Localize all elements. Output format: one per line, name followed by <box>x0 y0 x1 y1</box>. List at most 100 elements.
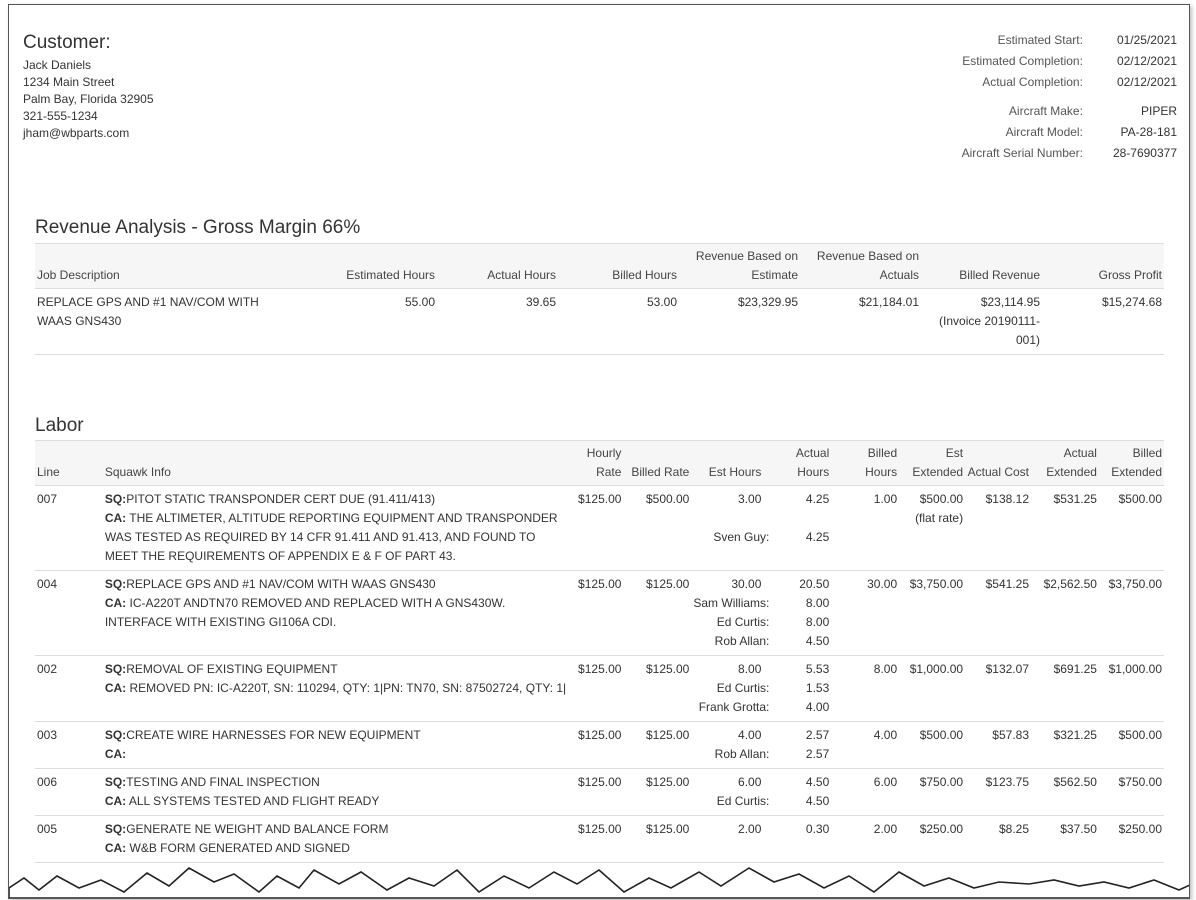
revenue-title: Revenue Analysis - Gross Margin 66% <box>35 217 361 238</box>
ca-label: CA: <box>104 596 127 610</box>
ca-label: CA: <box>104 794 127 808</box>
revenue-actuals: $21,184.01 <box>858 295 919 309</box>
col-est-extended: Est Extended <box>899 440 966 486</box>
hourly-rate: $125.00 <box>578 492 622 506</box>
squawk-text: REMOVAL OF EXISTING EQUIPMENT <box>126 662 338 676</box>
col-gross-profit: Gross Profit <box>1042 243 1164 289</box>
actual-hours: 2.57 2.57 <box>763 722 831 769</box>
table-row: 005 SQ:GENERATE NE WEIGHT AND BALANCE FOR… <box>35 816 1164 863</box>
est-hours-value: 6.00 <box>738 775 762 789</box>
technician-hours: 4.25 <box>805 530 830 544</box>
estimated-hours: 55.00 <box>404 295 435 309</box>
table-row: 002 SQ:REMOVAL OF EXISTING EQUIPMENT CA: R… <box>35 656 1164 722</box>
actual-extended: $37.50 <box>1060 822 1097 836</box>
est-hours-value: 4.00 <box>738 728 762 742</box>
aircraft-serial-label: Aircraft Serial Number: <box>961 145 1083 160</box>
job-description: REPLACE GPS AND #1 NAV/COM WITH WAAS GNS… <box>37 295 259 328</box>
customer-block: Customer: Jack Daniels 1234 Main Street … <box>23 31 154 142</box>
technician-hours: 4.50 <box>805 794 830 808</box>
col-billed-revenue: Billed Revenue <box>921 243 1042 289</box>
estimated-start-label: Estimated Start: <box>997 32 1083 47</box>
sq-label: SQ: <box>104 775 127 789</box>
est-hours-value: 3.00 <box>738 492 762 506</box>
col-billed-rate: Billed Rate <box>623 440 692 486</box>
work-order-page: Customer: Jack Daniels 1234 Main Street … <box>8 4 1190 899</box>
billed-rate: $500.00 <box>645 492 690 506</box>
corrective-action-text: ALL SYSTEMS TESTED AND FLIGHT READY <box>126 794 380 808</box>
ca-label: CA: <box>104 511 127 525</box>
billed-hours: 4.00 <box>873 728 898 742</box>
sq-label: SQ: <box>104 662 127 676</box>
billed-hours: 6.00 <box>873 775 898 789</box>
estimated-completion-label: Estimated Completion: <box>962 53 1083 68</box>
squawk-info: SQ:CREATE WIRE HARNESSES FOR NEW EQUIPME… <box>103 722 570 769</box>
actual-hours-value: 4.50 <box>805 775 830 789</box>
actual-hours: 4.50 4.50 <box>763 769 831 816</box>
dates-block: Estimated Start: 01/25/2021 Estimated Co… <box>962 29 1177 163</box>
squawk-info: SQ:PITOT STATIC TRANSPONDER CERT DUE (91… <box>103 486 570 571</box>
col-billed-hours: Billed Hours <box>831 440 900 486</box>
est-extended: $500.00 (flat rate) <box>899 486 965 571</box>
torn-edge <box>9 867 1189 898</box>
actual-extended: $2,562.50 <box>1043 577 1097 591</box>
sq-label: SQ: <box>104 822 127 836</box>
customer-heading: Customer: <box>23 32 111 53</box>
billed-extended: $500.00 <box>1118 492 1162 506</box>
technician-name: Sven Guy: <box>713 530 770 544</box>
squawk-info: SQ:REPLACE GPS AND #1 NAV/COM WITH WAAS … <box>103 571 570 656</box>
customer-city: Palm Bay, Florida 32905 <box>23 92 154 106</box>
billed-rate: $125.00 <box>645 775 690 789</box>
technician-hours: 8.00 <box>805 615 830 629</box>
actual-hours-value: 4.25 <box>805 492 830 506</box>
labor-title: Labor <box>35 415 84 436</box>
ca-label: CA: <box>104 841 127 855</box>
corrective-action-text: W&B FORM GENERATED AND SIGNED <box>126 841 350 855</box>
squawk-info: SQ:TESTING AND FINAL INSPECTION CA: ALL S… <box>103 769 570 816</box>
actual-hours: 20.50 8.00 8.00 4.50 <box>763 571 831 656</box>
squawk-text: GENERATE NE WEIGHT AND BALANCE FORM <box>126 822 389 836</box>
billed-hours: 53.00 <box>646 295 677 309</box>
est-extended-value: $250.00 <box>919 822 964 836</box>
actual-cost: $132.07 <box>985 662 1029 676</box>
col-hourly-rate: Hourly Rate <box>569 440 624 486</box>
estimated-completion-value: 02/12/2021 <box>1116 53 1177 68</box>
table-row: 006 SQ:TESTING AND FINAL INSPECTION CA: AL… <box>35 769 1164 816</box>
actual-cost: $8.25 <box>998 822 1029 836</box>
billed-rate: $125.00 <box>645 577 690 591</box>
corrective-action-text: THE ALTIMETER, ALTITUDE REPORTING EQUIPM… <box>104 511 558 563</box>
gross-profit: $15,274.68 <box>1101 295 1162 309</box>
table-row: 004 SQ:REPLACE GPS AND #1 NAV/COM WITH WA… <box>35 571 1164 656</box>
actual-hours-value: 20.50 <box>799 577 830 591</box>
billed-hours: 2.00 <box>873 822 898 836</box>
technician-name: Frank Grotta: <box>698 700 770 714</box>
hourly-rate: $125.00 <box>578 775 622 789</box>
col-actual-cost: Actual Cost <box>965 440 1031 486</box>
billed-revenue: $23,114.95 (Invoice 20190111-001) <box>939 295 1040 347</box>
billed-hours: 8.00 <box>873 662 898 676</box>
technician-name: Ed Curtis: <box>716 615 770 629</box>
actual-completion-value: 02/12/2021 <box>1116 74 1177 89</box>
actual-extended: $531.25 <box>1053 492 1097 506</box>
col-line: Line <box>35 440 103 486</box>
col-revenue-estimate: Revenue Based on Estimate <box>679 243 800 289</box>
actual-extended: $691.25 <box>1053 662 1097 676</box>
hourly-rate: $125.00 <box>578 728 622 742</box>
technician-name: Sam Williams: <box>693 596 770 610</box>
table-row: 003 SQ:CREATE WIRE HARNESSES FOR NEW EQUI… <box>35 722 1164 769</box>
est-hours-value: 2.00 <box>738 822 762 836</box>
est-hours-value: 30.00 <box>731 577 762 591</box>
col-est-hours: Est Hours <box>691 440 764 486</box>
aircraft-model-label: Aircraft Model: <box>1005 124 1083 139</box>
actual-extended: $562.50 <box>1053 775 1097 789</box>
col-actual-extended: Actual Extended <box>1031 440 1099 486</box>
aircraft-serial-value: 28-7690377 <box>1112 145 1177 160</box>
billed-rate: $125.00 <box>645 822 690 836</box>
actual-hours-value: 5.53 <box>805 662 830 676</box>
col-squawk-info: Squawk Info <box>102 440 570 486</box>
technician-name: Rob Allan: <box>714 747 770 761</box>
line-number: 005 <box>37 822 58 836</box>
actual-completion-label: Actual Completion: <box>982 74 1083 89</box>
actual-hours-value: 0.30 <box>805 822 830 836</box>
technician-name: Rob Allan: <box>714 634 770 648</box>
technician-hours: 1.53 <box>805 681 830 695</box>
